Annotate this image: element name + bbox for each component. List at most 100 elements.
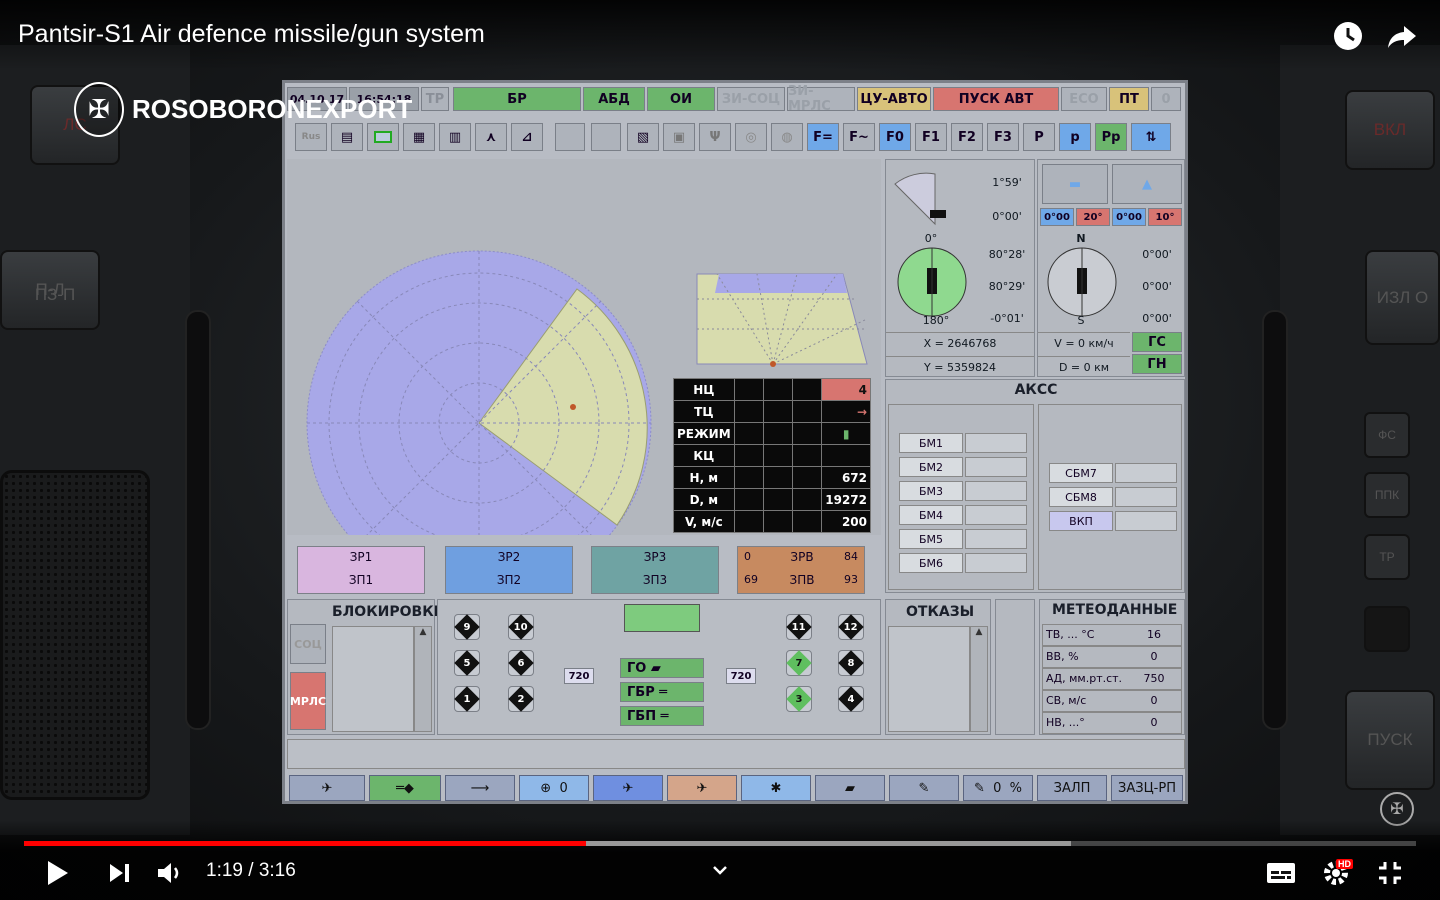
angle-icon[interactable]: ⊿ (511, 123, 543, 151)
launcher-9-button[interactable]: 9 (454, 614, 480, 640)
status-tp[interactable]: ТР (421, 87, 449, 111)
exit-fullscreen-icon[interactable] (1372, 855, 1408, 891)
mode-oi-button[interactable]: ОИ (647, 87, 715, 111)
settings-gear-icon[interactable]: HD (1318, 855, 1354, 891)
next-button[interactable] (102, 855, 138, 891)
bm-row[interactable]: БМ1 (899, 433, 1027, 453)
launcher-5-button[interactable]: 5 (454, 650, 480, 676)
go-button[interactable]: ГО ▰ (620, 658, 704, 678)
p-small-button[interactable]: p (1059, 123, 1091, 151)
antenna-icon[interactable]: Ψ (699, 123, 731, 151)
missile-icon[interactable]: ═◆ (369, 775, 441, 801)
pen-color-icon[interactable]: ▧ (627, 123, 659, 151)
volume-icon[interactable] (152, 855, 188, 891)
mode-zi-mrls-button[interactable]: ЗИ-МРЛС (787, 84, 855, 114)
pp-button[interactable]: Pp (1095, 123, 1127, 151)
ammo-block[interactable]: 0 ЗРВ 84 69 ЗПВ 93 (737, 546, 865, 594)
target-icon[interactable]: ◎ (735, 123, 767, 151)
launcher-8-button[interactable]: 8 (838, 650, 864, 676)
gn-button[interactable]: ГН (1132, 354, 1182, 374)
f0-button[interactable]: F0 (879, 123, 911, 151)
save-icon[interactable]: ▣ (663, 123, 695, 151)
f-equal-button[interactable]: F= (807, 123, 839, 151)
bm-row[interactable]: БМ3 (899, 481, 1027, 501)
target-person-icon[interactable]: ✱ (741, 775, 811, 801)
vehicle-side-icon[interactable]: ▬ (1042, 164, 1108, 204)
mode-br-button[interactable]: БР (453, 87, 581, 111)
mode-zi-soc-button[interactable]: ЗИ-СОЦ (717, 87, 785, 111)
gun-left-count: 720 (564, 668, 594, 684)
jet-red-icon[interactable]: ✈ (667, 775, 737, 801)
mode-pusk-avt-button[interactable]: ПУСК АВТ (933, 87, 1059, 111)
play-button[interactable] (40, 855, 76, 891)
launcher-1-button[interactable]: 1 (454, 686, 480, 712)
aircraft-icon[interactable]: ✈ (289, 775, 365, 801)
launcher-7-button[interactable]: 7 (786, 650, 812, 676)
meteo-title: МЕТЕОДАННЫЕ (1052, 602, 1178, 618)
sort-icon[interactable]: ⇅ (1131, 123, 1171, 151)
launcher-6-button[interactable]: 6 (508, 650, 534, 676)
progress-bar[interactable] (24, 841, 1416, 846)
mode-pt-button[interactable]: ПТ (1109, 87, 1149, 111)
video-frame[interactable]: ЛС П-Л ПЗ-П ВКЛ ИЗЛ О ПУСК ФС ППК ТР 04.… (0, 0, 1440, 900)
zr2-block[interactable]: ЗР2 ЗП2 (445, 546, 573, 594)
gs-button[interactable]: ГС (1132, 332, 1182, 352)
gbp-button[interactable]: ГБП ═ (620, 706, 704, 726)
mode-eso-button[interactable]: ЕСО (1061, 87, 1107, 111)
zr3-block[interactable]: ЗР3 ЗП3 (591, 546, 719, 594)
launcher-11-button[interactable]: 11 (786, 614, 812, 640)
row-value: → (821, 400, 871, 423)
mode-zero-button[interactable]: 0 (1151, 87, 1181, 111)
vehicle-front-icon[interactable]: ▲ (1112, 164, 1182, 204)
blank-button-1[interactable] (555, 123, 585, 151)
progress-played (24, 841, 587, 846)
zalp-button[interactable]: ЗАЛП (1037, 775, 1107, 801)
player-top-bar: Pantsir-S1 Air defence missile/gun syste… (0, 0, 1440, 70)
f-tilde-button[interactable]: F~ (843, 123, 875, 151)
launcher-12-button[interactable]: 12 (838, 614, 864, 640)
percent-button[interactable]: ✎ 0 % (963, 775, 1033, 801)
subtitles-icon[interactable] (1263, 855, 1299, 891)
chevron-down-icon[interactable] (702, 852, 738, 888)
helicopter-icon[interactable]: ⟶ (445, 775, 515, 801)
tank-icon[interactable]: ▰ (815, 775, 885, 801)
blocks-scrollbar[interactable]: ▲ (414, 626, 432, 732)
tilt-val-3: 0°00 (1112, 208, 1146, 226)
zazc-button[interactable]: ЗАЗЦ-РП (1111, 775, 1183, 801)
watch-later-icon[interactable] (1330, 18, 1366, 54)
row-value: ▮ (821, 422, 871, 445)
drone-button[interactable]: ⊕ 0 (519, 775, 589, 801)
bm-row[interactable]: БМ6 (899, 553, 1027, 573)
blank-button-2[interactable] (591, 123, 621, 151)
launcher-2-button[interactable]: 2 (508, 686, 534, 712)
bm-row[interactable]: БМ4 (899, 505, 1027, 525)
p-button[interactable]: P (1023, 123, 1055, 151)
gbr-button[interactable]: ГБР ═ (620, 682, 704, 702)
blocks-list[interactable] (332, 626, 414, 732)
pencil-icon[interactable]: ✎ (889, 775, 959, 801)
launcher-3-button[interactable]: 3 (786, 686, 812, 712)
jet-blue-icon[interactable]: ✈ (593, 775, 663, 801)
launcher-10-button[interactable]: 10 (508, 614, 534, 640)
mode-abd-button[interactable]: АБД (583, 87, 645, 111)
tripod-icon[interactable]: ⋏ (475, 123, 507, 151)
mrls-button[interactable]: МРЛС (290, 672, 326, 730)
video-title[interactable]: Pantsir-S1 Air defence missile/gun syste… (18, 20, 485, 49)
bm-row[interactable]: БМ2 (899, 457, 1027, 477)
vkp-row[interactable]: ВКП (1049, 511, 1177, 531)
share-icon[interactable] (1384, 18, 1420, 54)
failures-list[interactable] (888, 626, 970, 732)
f1-button[interactable]: F1 (915, 123, 947, 151)
grid-icon[interactable]: ▥ (439, 123, 471, 151)
radar-icon[interactable]: ◍ (771, 123, 803, 151)
sbm-row[interactable]: СБМ8 (1049, 487, 1177, 507)
f2-button[interactable]: F2 (951, 123, 983, 151)
bm-row[interactable]: БМ5 (899, 529, 1027, 549)
zr1-block[interactable]: ЗР1 ЗП1 (297, 546, 425, 594)
launcher-4-button[interactable]: 4 (838, 686, 864, 712)
soc-button[interactable]: СОЦ (290, 624, 326, 664)
f3-button[interactable]: F3 (987, 123, 1019, 151)
failures-scrollbar[interactable]: ▲ (970, 626, 988, 732)
mode-cu-auto-button[interactable]: ЦУ-АВТО (857, 87, 931, 111)
sbm-row[interactable]: СБМ7 (1049, 463, 1177, 483)
